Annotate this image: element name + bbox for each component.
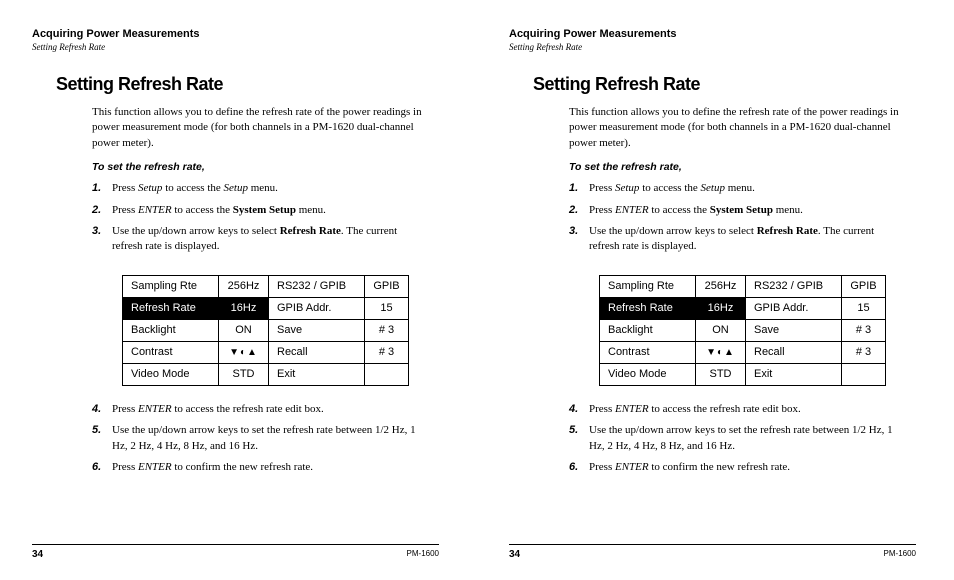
model-label: PM-1600	[884, 549, 916, 560]
step-6: 6.Press ENTER to confirm the new refresh…	[92, 460, 429, 475]
step-5: 5.Use the up/down arrow keys to set the …	[569, 423, 906, 454]
step-num: 1.	[569, 181, 578, 196]
step-num: 2.	[92, 203, 101, 218]
running-head-section: Setting Refresh Rate	[509, 42, 916, 52]
page-number: 34	[509, 549, 520, 560]
page-footer: 34 PM-1600	[32, 544, 439, 560]
cell: Exit	[269, 363, 365, 385]
cell: Contrast	[123, 341, 219, 363]
cell: Refresh Rate	[123, 297, 219, 319]
cell: 15	[365, 297, 409, 319]
page-right: Acquiring Power Measurements Setting Ref…	[477, 0, 954, 580]
cell: GPIB Addr.	[269, 297, 365, 319]
cell: STD	[219, 363, 269, 385]
step-1: 1.Press Setup to access the Setup menu.	[92, 181, 429, 196]
table-row: Backlight ON Save # 3	[123, 319, 409, 341]
page-footer: 34 PM-1600	[509, 544, 916, 560]
step-num: 1.	[92, 181, 101, 196]
cell	[365, 363, 409, 385]
cell: 16Hz	[696, 297, 746, 319]
step-4: 4.Press ENTER to access the refresh rate…	[92, 402, 429, 417]
steps-list-cont: 4.Press ENTER to access the refresh rate…	[569, 402, 906, 482]
step-num: 4.	[569, 402, 578, 417]
table-row: Sampling Rte 256Hz RS232 / GPIB GPIB	[600, 275, 886, 297]
cell	[842, 363, 886, 385]
step-num: 5.	[92, 423, 101, 438]
running-head-section: Setting Refresh Rate	[32, 42, 439, 52]
steps-list: 1.Press Setup to access the Setup menu. …	[569, 181, 906, 261]
cell: GPIB	[842, 275, 886, 297]
step-4: 4.Press ENTER to access the refresh rate…	[569, 402, 906, 417]
cell: # 3	[842, 341, 886, 363]
cell: GPIB	[365, 275, 409, 297]
cell: RS232 / GPIB	[269, 275, 365, 297]
step-3: 3.Use the up/down arrow keys to select R…	[92, 224, 429, 255]
cell: GPIB Addr.	[746, 297, 842, 319]
cell: 256Hz	[696, 275, 746, 297]
step-num: 5.	[569, 423, 578, 438]
table-row: Video Mode STD Exit	[600, 363, 886, 385]
running-head-chapter: Acquiring Power Measurements	[509, 28, 916, 40]
cell: Exit	[746, 363, 842, 385]
table-row: Contrast ▼◐▲ Recall # 3	[123, 341, 409, 363]
cell: Video Mode	[600, 363, 696, 385]
intro-paragraph: This function allows you to define the r…	[569, 105, 906, 151]
step-num: 3.	[92, 224, 101, 239]
step-num: 3.	[569, 224, 578, 239]
table-row: Sampling Rte 256Hz RS232 / GPIB GPIB	[123, 275, 409, 297]
cell: Video Mode	[123, 363, 219, 385]
table-row: Video Mode STD Exit	[123, 363, 409, 385]
step-5: 5.Use the up/down arrow keys to set the …	[92, 423, 429, 454]
step-3: 3.Use the up/down arrow keys to select R…	[569, 224, 906, 255]
cell: STD	[696, 363, 746, 385]
step-num: 6.	[569, 460, 578, 475]
step-2: 2.Press ENTER to access the System Setup…	[92, 203, 429, 218]
procedure-title: To set the refresh rate,	[569, 161, 916, 173]
cell: 15	[842, 297, 886, 319]
cell: # 3	[365, 319, 409, 341]
cell: # 3	[842, 319, 886, 341]
table-row: Contrast ▼◐▲ Recall # 3	[600, 341, 886, 363]
cell: Recall	[269, 341, 365, 363]
section-title: Setting Refresh Rate	[533, 74, 916, 95]
cell: # 3	[365, 341, 409, 363]
cell: Sampling Rte	[600, 275, 696, 297]
menu-table: Sampling Rte 256Hz RS232 / GPIB GPIB Ref…	[599, 275, 916, 386]
intro-paragraph: This function allows you to define the r…	[92, 105, 429, 151]
cell: 16Hz	[219, 297, 269, 319]
cell: Save	[269, 319, 365, 341]
contrast-icons: ▼◐▲	[219, 341, 269, 363]
cell: Recall	[746, 341, 842, 363]
step-1: 1.Press Setup to access the Setup menu.	[569, 181, 906, 196]
cell: Backlight	[123, 319, 219, 341]
cell: RS232 / GPIB	[746, 275, 842, 297]
procedure-title: To set the refresh rate,	[92, 161, 439, 173]
section-title: Setting Refresh Rate	[56, 74, 439, 95]
step-6: 6.Press ENTER to confirm the new refresh…	[569, 460, 906, 475]
model-label: PM-1600	[407, 549, 439, 560]
cell: Save	[746, 319, 842, 341]
contrast-icons: ▼◐▲	[696, 341, 746, 363]
table-row-selected: Refresh Rate 16Hz GPIB Addr. 15	[123, 297, 409, 319]
cell: ON	[219, 319, 269, 341]
step-num: 6.	[92, 460, 101, 475]
running-head-chapter: Acquiring Power Measurements	[32, 28, 439, 40]
step-num: 2.	[569, 203, 578, 218]
table-row: Backlight ON Save # 3	[600, 319, 886, 341]
cell: 256Hz	[219, 275, 269, 297]
page-left: Acquiring Power Measurements Setting Ref…	[0, 0, 477, 580]
step-2: 2.Press ENTER to access the System Setup…	[569, 203, 906, 218]
step-num: 4.	[92, 402, 101, 417]
cell: Sampling Rte	[123, 275, 219, 297]
cell: Refresh Rate	[600, 297, 696, 319]
cell: Contrast	[600, 341, 696, 363]
menu-table: Sampling Rte 256Hz RS232 / GPIB GPIB Ref…	[122, 275, 439, 386]
steps-list: 1.Press Setup to access the Setup menu. …	[92, 181, 429, 261]
page-number: 34	[32, 549, 43, 560]
steps-list-cont: 4.Press ENTER to access the refresh rate…	[92, 402, 429, 482]
table-row-selected: Refresh Rate 16Hz GPIB Addr. 15	[600, 297, 886, 319]
cell: ON	[696, 319, 746, 341]
cell: Backlight	[600, 319, 696, 341]
